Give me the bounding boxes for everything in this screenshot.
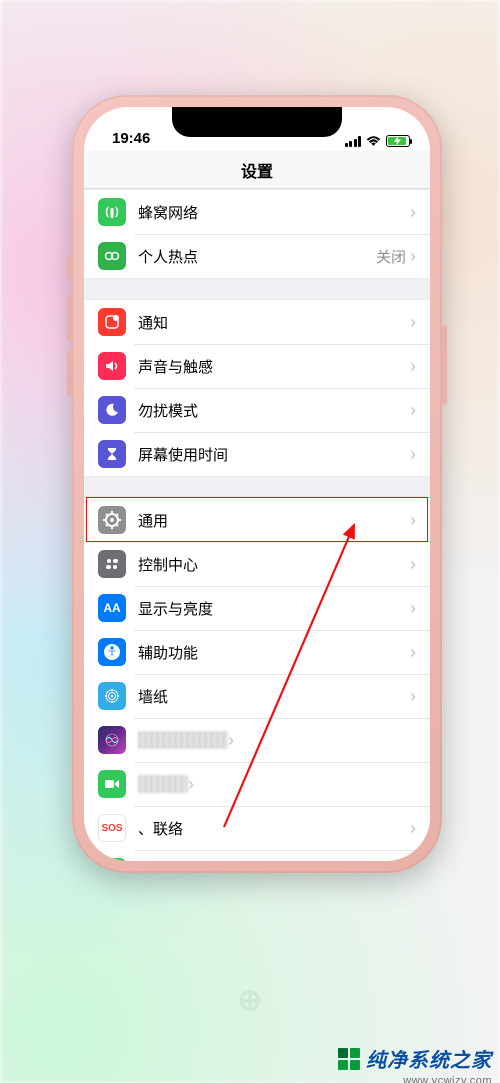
watermark-brand: 纯净系统之家 <box>366 1044 492 1073</box>
chevron-right-icon: › <box>410 357 416 375</box>
mute-switch <box>67 255 72 280</box>
wallpaper-icon <box>98 682 126 710</box>
row-screentime[interactable]: 屏幕使用时间 › <box>84 432 430 476</box>
row-notifications[interactable]: 通知 › <box>84 300 430 344</box>
row-label-redacted <box>138 731 228 749</box>
battery-icon <box>98 858 126 861</box>
hotspot-icon <box>98 242 126 270</box>
display-icon: AA <box>98 594 126 622</box>
watermark-url: www.ycwjzy.com <box>403 1075 492 1083</box>
chevron-right-icon: › <box>410 247 416 265</box>
volume-down-button <box>67 350 72 395</box>
wifi-icon <box>366 136 381 147</box>
row-label: 辅助功能 <box>138 642 410 663</box>
row-dnd[interactable]: 勿扰模式 › <box>84 388 430 432</box>
navbar-title: 设置 <box>84 151 430 189</box>
chevron-right-icon: › <box>188 775 194 793</box>
settings-list[interactable]: 蜂窝网络 › 个人热点 关闭 › 通知 <box>84 189 430 861</box>
sounds-icon <box>98 352 126 380</box>
chevron-right-icon: › <box>410 643 416 661</box>
chevron-right-icon: › <box>410 511 416 529</box>
row-label-partial: 、联络 <box>138 818 410 839</box>
chevron-right-icon: › <box>410 203 416 221</box>
status-time: 19:46 <box>112 130 150 147</box>
row-label: 蜂窝网络 <box>138 202 410 223</box>
row-siri[interactable]: › <box>84 718 430 762</box>
dnd-icon <box>98 396 126 424</box>
chevron-right-icon: › <box>410 687 416 705</box>
phone-frame: 19:46 设置 蜂窝网络 › <box>72 95 442 873</box>
power-button <box>442 325 447 405</box>
row-display[interactable]: AA 显示与亮度 › <box>84 586 430 630</box>
notifications-icon <box>98 308 126 336</box>
row-control-center[interactable]: 控制中心 › <box>84 542 430 586</box>
row-general[interactable]: 通用 › <box>84 498 430 542</box>
row-cellular[interactable]: 蜂窝网络 › <box>84 190 430 234</box>
settings-group-alerts: 通知 › 声音与触感 › 勿扰模式 › <box>84 299 430 477</box>
row-accessibility[interactable]: 辅助功能 › <box>84 630 430 674</box>
row-label: 墙纸 <box>138 686 410 707</box>
row-label: 控制中心 <box>138 554 410 575</box>
siri-icon <box>98 726 126 754</box>
row-label: 屏幕使用时间 <box>138 444 410 465</box>
chevron-right-icon: › <box>410 555 416 573</box>
facetime-icon <box>98 770 126 798</box>
row-facetime[interactable]: › <box>84 762 430 806</box>
chevron-right-icon: › <box>228 731 234 749</box>
row-label: 显示与亮度 <box>138 598 410 619</box>
chevron-right-icon: › <box>410 599 416 617</box>
row-sounds[interactable]: 声音与触感 › <box>84 344 430 388</box>
row-hotspot[interactable]: 个人热点 关闭 › <box>84 234 430 278</box>
battery-icon <box>386 135 410 147</box>
row-label-redacted <box>138 775 188 793</box>
settings-group-general: 通用 › 控制中心 › AA 显示与亮度 › <box>84 497 430 861</box>
watermark: 纯净系统之家 www.ycwjzy.com <box>338 1044 492 1073</box>
screentime-icon <box>98 440 126 468</box>
chevron-right-icon: › <box>410 445 416 463</box>
cellular-signal-icon <box>345 136 362 147</box>
notch <box>172 107 342 137</box>
cellular-icon <box>98 198 126 226</box>
row-battery[interactable]: 电池 › <box>84 850 430 861</box>
chevron-right-icon: › <box>410 313 416 331</box>
gear-icon <box>98 506 126 534</box>
row-label: 勿扰模式 <box>138 400 410 421</box>
status-indicators <box>345 135 411 147</box>
watermark-logo-icon <box>338 1048 360 1070</box>
row-label: 个人热点 <box>138 246 376 267</box>
row-label: 声音与触感 <box>138 356 410 377</box>
control-center-icon <box>98 550 126 578</box>
row-label: 通用 <box>138 510 410 531</box>
chevron-right-icon: › <box>410 401 416 419</box>
row-sos[interactable]: SOS 、联络 › <box>84 806 430 850</box>
row-wallpaper[interactable]: 墙纸 › <box>84 674 430 718</box>
settings-group-network: 蜂窝网络 › 个人热点 关闭 › <box>84 189 430 279</box>
accessibility-icon <box>98 638 126 666</box>
phone-screen: 19:46 设置 蜂窝网络 › <box>84 107 430 861</box>
row-label: 通知 <box>138 312 410 333</box>
sos-icon: SOS <box>98 814 126 842</box>
row-detail: 关闭 <box>376 246 406 267</box>
chevron-right-icon: › <box>410 819 416 837</box>
volume-up-button <box>67 295 72 340</box>
